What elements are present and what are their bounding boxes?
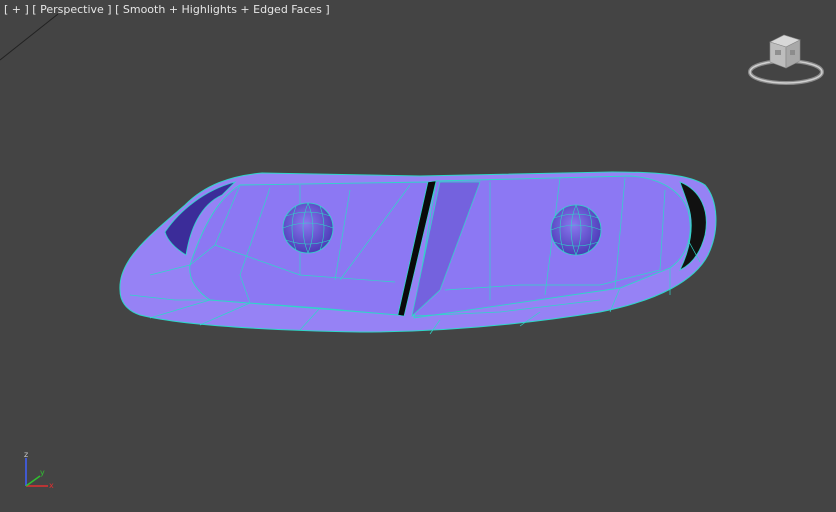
axis-x-label: x (49, 481, 54, 490)
mesh-object[interactable] (119, 171, 717, 335)
perspective-viewport[interactable]: [ + ] [ Perspective ] [ Smooth + Highlig… (0, 0, 836, 512)
axis-y-label: y (40, 468, 45, 477)
axis-z-label: z (24, 450, 28, 459)
viewcube-icon[interactable] (744, 28, 824, 94)
scene-canvas[interactable] (0, 0, 836, 512)
grid-line (0, 13, 59, 61)
mesh-sphere-left (282, 202, 334, 254)
axis-tripod-icon: z x y (24, 450, 54, 490)
mesh-sphere-right (550, 204, 602, 256)
